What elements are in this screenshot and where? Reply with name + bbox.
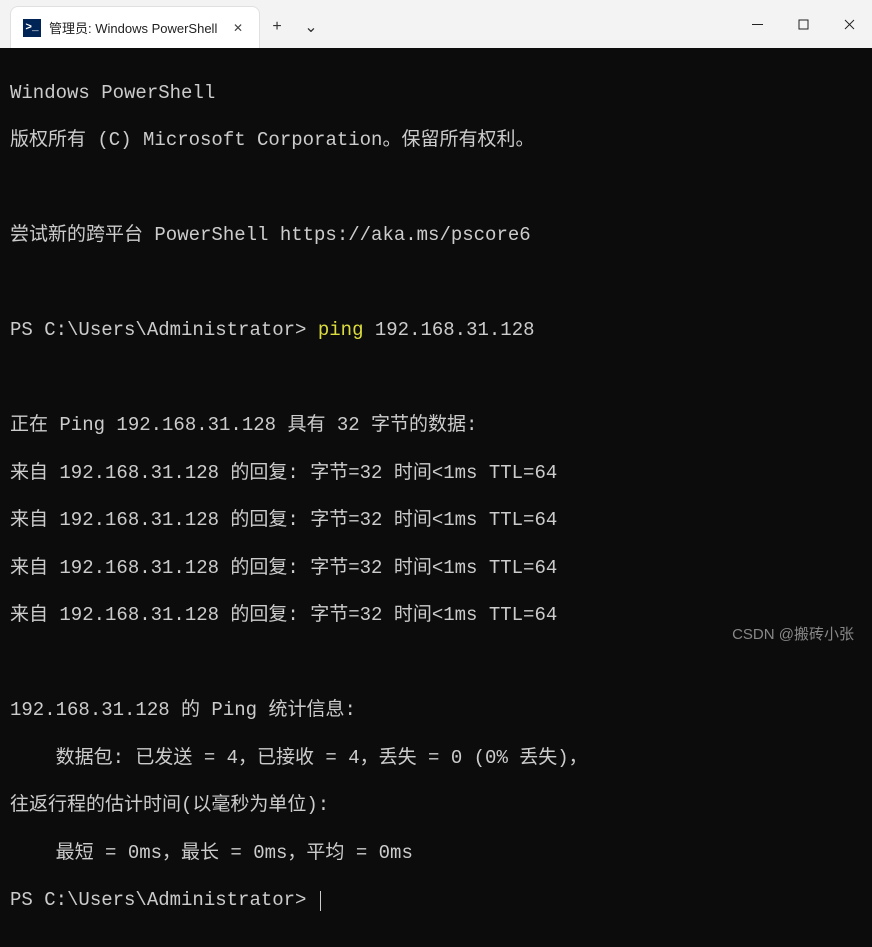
copyright-line: 版权所有 (C) Microsoft Corporation。保留所有权利。 xyxy=(10,129,862,153)
prompt-line: PS C:\Users\Administrator> ping 192.168.… xyxy=(10,319,862,343)
maximize-icon xyxy=(798,19,809,30)
ping-rtt-header: 往返行程的估计时间(以毫秒为单位): xyxy=(10,794,862,818)
tab-dropdown-button[interactable]: ⌄ xyxy=(294,6,328,48)
new-tab-button[interactable]: + xyxy=(260,6,294,48)
powershell-icon: >_ xyxy=(23,19,41,37)
ping-reply: 来自 192.168.31.128 的回复: 字节=32 时间<1ms TTL=… xyxy=(10,509,862,533)
blank-line xyxy=(10,652,862,676)
titlebar: >_ 管理员: Windows PowerShell ✕ + ⌄ xyxy=(0,0,872,48)
minimize-icon xyxy=(752,19,763,30)
pscore-hint: 尝试新的跨平台 PowerShell https://aka.ms/pscore… xyxy=(10,224,862,248)
command-arg: 192.168.31.128 xyxy=(363,319,534,341)
ping-reply: 来自 192.168.31.128 的回复: 字节=32 时间<1ms TTL=… xyxy=(10,557,862,581)
chevron-down-icon: ⌄ xyxy=(304,17,317,37)
ping-rtt-values: 最短 = 0ms，最长 = 0ms，平均 = 0ms xyxy=(10,842,862,866)
watermark: CSDN @搬砖小张 xyxy=(732,623,854,644)
tab-powershell[interactable]: >_ 管理员: Windows PowerShell ✕ xyxy=(10,6,260,48)
maximize-button[interactable] xyxy=(780,0,826,48)
tab-title: 管理员: Windows PowerShell xyxy=(49,18,219,37)
ping-intro: 正在 Ping 192.168.31.128 具有 32 字节的数据: xyxy=(10,414,862,438)
prompt-prefix: PS C:\Users\Administrator> xyxy=(10,889,318,911)
close-icon xyxy=(844,19,855,30)
plus-icon: + xyxy=(272,18,281,36)
ping-stats-packets: 数据包: 已发送 = 4，已接收 = 4，丢失 = 0 (0% 丢失)， xyxy=(10,747,862,771)
command-name: ping xyxy=(318,319,364,341)
prompt-prefix: PS C:\Users\Administrator> xyxy=(10,319,318,341)
terminal-output[interactable]: Windows PowerShell 版权所有 (C) Microsoft Co… xyxy=(0,48,872,947)
blank-line xyxy=(10,272,862,296)
blank-line xyxy=(10,177,862,201)
minimize-button[interactable] xyxy=(734,0,780,48)
close-tab-button[interactable]: ✕ xyxy=(227,17,249,39)
close-window-button[interactable] xyxy=(826,0,872,48)
text-cursor xyxy=(320,891,322,911)
banner-line: Windows PowerShell xyxy=(10,82,862,106)
prompt-line-idle: PS C:\Users\Administrator> xyxy=(10,889,862,913)
blank-line xyxy=(10,367,862,391)
close-icon: ✕ xyxy=(233,21,243,35)
ping-stats-header: 192.168.31.128 的 Ping 统计信息: xyxy=(10,699,862,723)
titlebar-drag-region[interactable] xyxy=(328,0,734,48)
ping-reply: 来自 192.168.31.128 的回复: 字节=32 时间<1ms TTL=… xyxy=(10,462,862,486)
